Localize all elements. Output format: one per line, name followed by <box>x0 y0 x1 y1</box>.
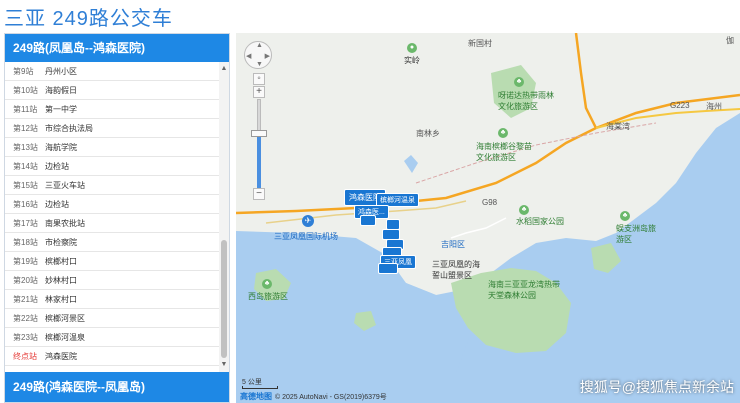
park-icon: ♣ <box>262 279 272 289</box>
poi-pin-icon: ● <box>407 43 417 53</box>
map-label: 西岛旅游区 <box>248 292 288 301</box>
stop-name: 第一中学 <box>45 104 77 114</box>
park-icon: ♣ <box>519 205 529 215</box>
stop-item[interactable]: 第13站 海航学院 <box>5 138 219 157</box>
stop-item[interactable]: 第17站 南果农批站 <box>5 214 219 233</box>
bus-stop-marker[interactable] <box>360 215 376 226</box>
stop-item[interactable]: 第9站 丹州小区 <box>5 62 219 81</box>
stop-list: 第9站 丹州小区 第10站 海韵假日 第11站 第一中学 第12站 市综合执法局 第13… <box>5 62 219 402</box>
stop-item[interactable]: 第23站 槟榔河温泉 <box>5 328 219 347</box>
stop-name: 市检察院 <box>45 237 77 247</box>
pan-left-icon[interactable]: ◀ <box>246 52 251 60</box>
stop-number: 第20站 <box>13 275 38 285</box>
stop-item[interactable]: 第18站 市检察院 <box>5 233 219 252</box>
stop-item[interactable]: 第12站 市综合执法局 <box>5 119 219 138</box>
copyright-text: © 2025 AutoNavi - GS(2019)6379号 <box>275 393 387 401</box>
route-header-forward[interactable]: 249路(凤凰岛--鸿森医院) <box>5 34 229 62</box>
stop-number: 第10站 <box>13 85 38 95</box>
stop-number: 第14站 <box>13 161 38 171</box>
map-label: G98 <box>482 198 498 207</box>
stop-item[interactable]: 第19站 槟榔村口 <box>5 252 219 271</box>
zoom-slider-knob[interactable] <box>251 130 267 137</box>
page-title: 三亚 249路公交车 <box>4 8 173 30</box>
map-label: 蜈支洲岛旅游区 <box>616 224 656 244</box>
park-icon: ♣ <box>620 211 630 221</box>
stop-name: 槟榔河景区 <box>45 313 85 323</box>
stop-number: 第12站 <box>13 123 38 133</box>
map-label: 海棠湾 <box>606 122 630 131</box>
stop-name: 丹州小区 <box>45 66 77 76</box>
stop-item[interactable]: 第15站 三亚火车站 <box>5 176 219 195</box>
stop-name: 槟榔河温泉 <box>45 332 85 342</box>
stop-name: 槟榔村口 <box>45 256 77 266</box>
stop-number: 第11站 <box>13 104 38 114</box>
pan-up-icon[interactable]: ▲ <box>256 42 263 49</box>
bus-stop-marker[interactable] <box>378 263 398 274</box>
locate-icon[interactable]: ◦ <box>253 73 265 85</box>
map-label: 海南三亚亚龙湾热带天堂森林公园 <box>488 280 560 300</box>
pan-right-icon[interactable]: ▶ <box>265 52 270 60</box>
map-label: 水稻国家公园 <box>516 217 564 226</box>
map-scale-bar <box>242 386 278 389</box>
park-icon: ♣ <box>514 77 524 87</box>
stop-number: 第9站 <box>13 66 34 76</box>
airport-icon: ✈ <box>302 215 314 227</box>
route-map[interactable]: ▲ ▼ ◀ ▶ ◦ + − ● 实岭 新国村 伽 ♣ 呀诺达热带雨林文化旅游区 … <box>236 33 740 403</box>
watermark: 搜狐号@搜狐焦点新余站 <box>579 379 734 395</box>
map-label: 新国村 <box>468 39 492 48</box>
map-label: 三亚凤凰的海誓山盟景区 <box>432 260 480 280</box>
map-label: 实岭 <box>404 56 420 65</box>
stop-number: 第15站 <box>13 180 38 190</box>
stop-name: 鸿森医院 <box>45 351 77 361</box>
stop-item-terminal[interactable]: 终点站 鸿森医院 <box>5 347 219 366</box>
stop-number: 第21站 <box>13 294 38 304</box>
stop-name: 三亚火车站 <box>45 180 85 190</box>
stop-name: 妙林村口 <box>45 275 77 285</box>
pan-control[interactable]: ▲ ▼ ◀ ▶ <box>244 41 272 69</box>
scroll-up-arrow-icon[interactable]: ▲ <box>219 64 229 74</box>
stop-list-scrollbar[interactable]: ▲ ▼ <box>219 62 229 372</box>
stop-name: 海航学院 <box>45 142 77 152</box>
route-header-reverse[interactable]: 249路(鸿森医院--凤凰岛) <box>5 372 229 402</box>
map-label: 海南槟榔谷黎苗文化旅游区 <box>476 142 532 162</box>
park-icon: ♣ <box>498 128 508 138</box>
map-label: 吉阳区 <box>441 240 465 249</box>
stop-number: 第18站 <box>13 237 38 247</box>
map-label: 呀诺达热带雨林文化旅游区 <box>498 91 554 111</box>
stop-number: 第13站 <box>13 142 38 152</box>
map-label: G223 <box>670 101 690 110</box>
pan-down-icon[interactable]: ▼ <box>256 61 263 68</box>
stop-item[interactable]: 第11站 第一中学 <box>5 100 219 119</box>
stop-number: 第22站 <box>13 313 38 323</box>
stop-number: 第17站 <box>13 218 38 228</box>
stop-number: 第19站 <box>13 256 38 266</box>
route-panel: 249路(凤凰岛--鸿森医院) 第9站 丹州小区 第10站 海韵假日 第11站 第一中… <box>4 33 230 403</box>
stop-item[interactable]: 第20站 妙林村口 <box>5 271 219 290</box>
zoom-out-button[interactable]: − <box>253 188 265 200</box>
stop-name: 海韵假日 <box>45 85 77 95</box>
map-label: 南林乡 <box>416 129 440 138</box>
stop-name: 市综合执法局 <box>45 123 93 133</box>
stop-number: 第23站 <box>13 332 38 342</box>
zoom-in-button[interactable]: + <box>253 86 265 98</box>
stop-name: 边检站 <box>45 199 69 209</box>
map-label: 海州 <box>706 102 722 111</box>
stop-item[interactable]: 第21站 林家村口 <box>5 290 219 309</box>
map-label: 三亚凤凰国际机场 <box>274 232 338 241</box>
map-label: 伽 <box>726 36 734 45</box>
stop-number: 终点站 <box>13 351 37 361</box>
stop-item[interactable]: 第22站 槟榔河景区 <box>5 309 219 328</box>
stop-name: 边检站 <box>45 161 69 171</box>
stop-item[interactable]: 第10站 海韵假日 <box>5 81 219 100</box>
stop-name: 南果农批站 <box>45 218 85 228</box>
stop-item[interactable]: 第16站 边检站 <box>5 195 219 214</box>
scroll-thumb[interactable] <box>221 240 227 358</box>
map-copyright: 高德地图 © 2025 AutoNavi - GS(2019)6379号 <box>240 391 387 402</box>
scroll-down-arrow-icon[interactable]: ▼ <box>219 360 229 370</box>
stop-name: 林家村口 <box>45 294 77 304</box>
zoom-slider-fill <box>257 133 261 189</box>
stop-item[interactable]: 第14站 边检站 <box>5 157 219 176</box>
stop-number: 第16站 <box>13 199 38 209</box>
amap-logo: 高德地图 <box>240 392 272 401</box>
